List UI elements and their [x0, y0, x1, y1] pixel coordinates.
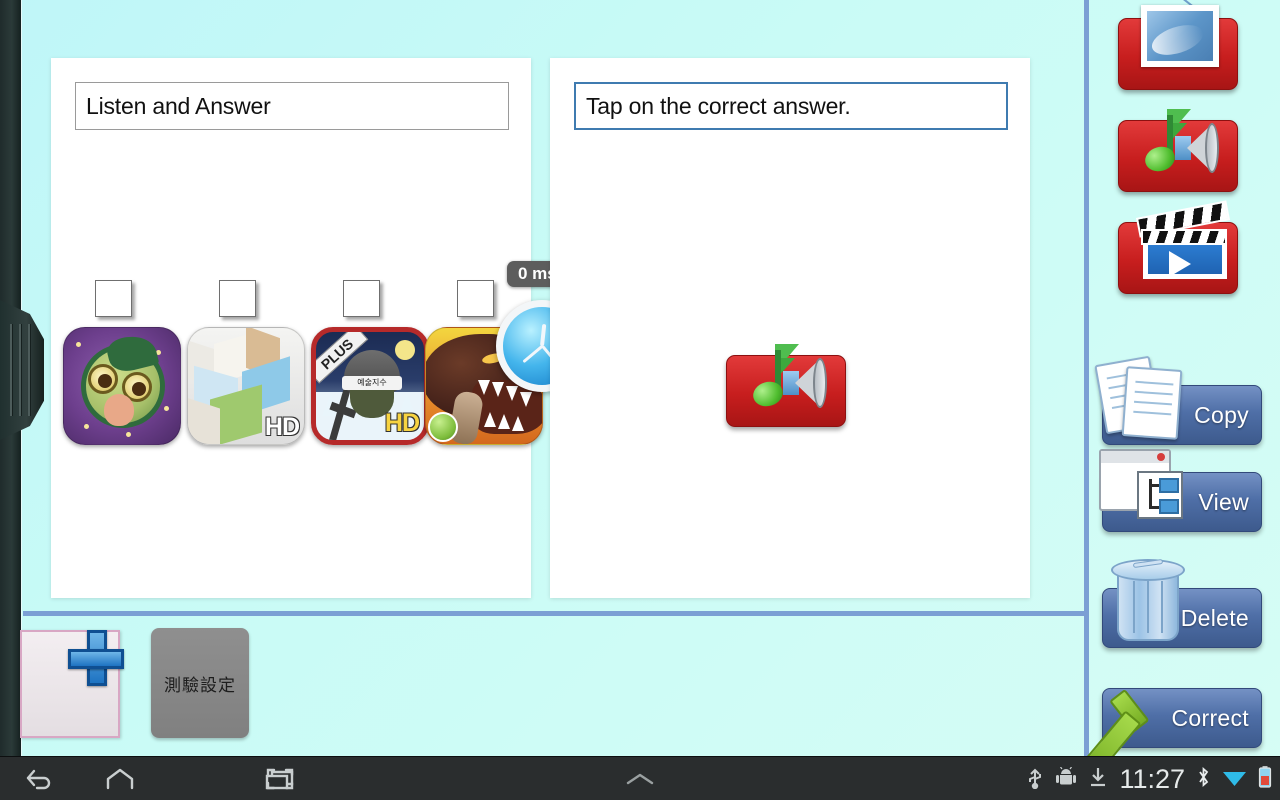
battery-icon [1258, 765, 1272, 794]
bluetooth-icon [1196, 765, 1211, 794]
right-title-field[interactable]: Tap on the correct answer. [574, 82, 1008, 130]
android-navbar: 11:27 [0, 756, 1280, 800]
copy-icon [1094, 355, 1194, 442]
wifi-icon [1222, 767, 1247, 792]
insert-video-button[interactable] [1118, 200, 1238, 294]
slide-panel-right[interactable]: Tap on the correct answer. [550, 58, 1030, 598]
download-icon [1088, 766, 1108, 793]
slide-audio-object[interactable] [726, 344, 846, 427]
usb-icon [1026, 765, 1044, 794]
answer-checkbox-1[interactable] [95, 280, 132, 317]
status-icons: 11:27 [1026, 757, 1272, 800]
app-icon-slot-1[interactable] [59, 280, 183, 460]
helmet-band-text: 예술지수 [357, 378, 387, 387]
blocks-hd-game-icon[interactable]: HD [187, 327, 305, 445]
answer-checkbox-4[interactable] [457, 280, 494, 317]
picture-icon [1141, 5, 1219, 67]
quiz-settings-button[interactable]: 測驗設定 [151, 628, 249, 738]
back-icon[interactable] [10, 757, 70, 800]
speaker-icon [1175, 123, 1221, 173]
fullscreen-icon[interactable] [249, 757, 311, 800]
view-button[interactable]: View [1099, 449, 1262, 532]
horizontal-divider [23, 611, 1086, 616]
left-title-field[interactable]: Listen and Answer [75, 82, 509, 130]
status-clock: 11:27 [1119, 763, 1185, 794]
tablet-screen: Listen and Answer HD 예술지수 PLUS HD 0 ms T… [0, 0, 1280, 800]
app-icon-row: HD 예술지수 PLUS HD [51, 280, 543, 460]
copy-button[interactable]: Copy [1094, 355, 1262, 445]
vertical-divider [1084, 0, 1089, 757]
left-title-text: Listen and Answer [86, 92, 271, 119]
trash-icon [1107, 555, 1193, 647]
plus-icon[interactable] [68, 630, 124, 686]
checkmark-icon [1075, 661, 1197, 784]
copy-button-label: Copy [1194, 401, 1249, 428]
android-icon [1055, 766, 1077, 792]
answer-checkbox-3[interactable] [343, 280, 380, 317]
correct-button[interactable]: Correct [1075, 688, 1262, 784]
hd-label-3: HD [384, 409, 420, 437]
app-icon-slot-3[interactable]: 예술지수 PLUS HD [307, 280, 431, 460]
right-title-text: Tap on the correct answer. [586, 92, 851, 119]
quiz-settings-label: 測驗設定 [164, 675, 236, 695]
insert-audio-button[interactable] [1118, 109, 1238, 192]
hd-label-2: HD [264, 413, 300, 441]
answer-checkbox-2[interactable] [219, 280, 256, 317]
view-icon [1099, 449, 1195, 525]
chevron-up-icon[interactable] [610, 757, 670, 800]
home-icon[interactable] [90, 757, 150, 800]
soldier-hd-game-icon[interactable]: 예술지수 PLUS HD [311, 327, 429, 445]
speaker-icon [783, 358, 829, 408]
owl-game-icon[interactable] [63, 327, 181, 445]
app-icon-slot-2[interactable]: HD [183, 280, 307, 460]
video-icon [1135, 200, 1231, 279]
insert-picture-button[interactable] [1118, 5, 1238, 90]
delete-button[interactable]: Delete [1102, 558, 1262, 648]
left-drawer-handle[interactable] [0, 300, 44, 440]
slide-panel-left[interactable]: Listen and Answer HD 예술지수 PLUS HD [51, 58, 543, 598]
view-button-label: View [1198, 488, 1249, 515]
